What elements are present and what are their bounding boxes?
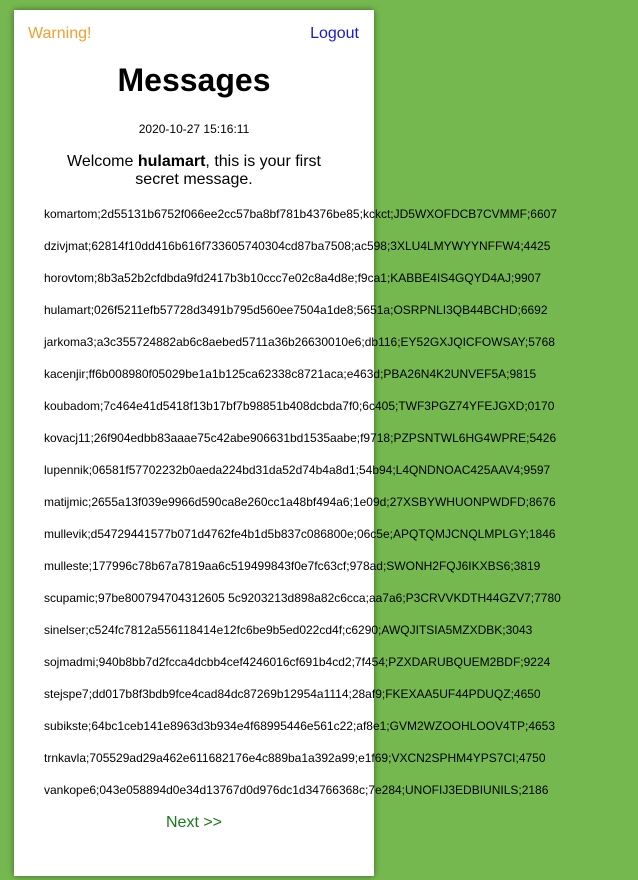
message-row: sojmadmi;940b8bb7d2fcca4dcbb4cef4246016c…: [44, 655, 551, 669]
timestamp: 2020-10-27 15:16:11: [138, 122, 250, 136]
message-row: koubadom;7c464e41d5418f13b17bf7b98851b40…: [44, 399, 555, 413]
message-row: kovacj11;26f904edbb83aaae75c42abe906631b…: [44, 431, 557, 445]
message-row: jarkoma3;a3c355724882ab6c8aebed5711a36b2…: [44, 335, 555, 349]
page-title: Messages: [117, 62, 271, 98]
message-row: trnkavla;705529ad29a462e611682176e4c889b…: [44, 751, 546, 765]
message-row: scupamic;97be800794704312605 5c9203213d8…: [44, 591, 561, 605]
message-row: mulleste;177996c78b67a7819aa6c519499843f…: [44, 559, 541, 573]
message-row: dzivjmat;62814f10dd416b616f733605740304c…: [44, 239, 551, 253]
warning-link[interactable]: Warning!: [28, 25, 91, 43]
message-row: subikste;64bc1ceb141e8963d3b934e4f689954…: [44, 719, 556, 733]
message-row: sinelser;c524fc7812a556118414e12fc6be9b5…: [44, 623, 533, 637]
next-link[interactable]: Next >>: [14, 814, 374, 832]
welcome-prefix: Welcome: [67, 153, 138, 170]
message-row: vankope6;043e058894d0e34d13767d0d976dc1d…: [44, 783, 549, 797]
message-row: hulamart;026f5211efb57728d3491b795d560ee…: [44, 303, 548, 317]
messages-panel: Warning! Logout Messages 2020-10-27 15:1…: [14, 10, 561, 876]
logout-link[interactable]: Logout: [310, 25, 359, 43]
message-list: komartom;2d55131b6752f066ee2cc57ba8bf781…: [44, 207, 561, 815]
welcome-message: Welcome hulamart, this is your first sec…: [54, 153, 334, 189]
message-row: stejspe7;dd017b8f3bdb9fce4cad84dc87269b1…: [44, 687, 541, 701]
message-row: mullevik;d54729441577b071d4762fe4b1d5b83…: [44, 527, 556, 541]
message-row: kacenjir;ff6b008980f05029be1a1b125ca6233…: [44, 367, 537, 381]
welcome-username: hulamart: [137, 153, 206, 170]
message-row: komartom;2d55131b6752f066ee2cc57ba8bf781…: [44, 207, 557, 221]
message-row: matijmic;2655a13f039e9966d590ca8e260cc1a…: [44, 495, 556, 509]
message-row: horovtom;8b3a52b2cfdbda9fd2417b3b10ccc7e…: [44, 271, 542, 285]
message-row: lupennik;06581f57702232b0aeda224bd31da52…: [44, 463, 551, 477]
